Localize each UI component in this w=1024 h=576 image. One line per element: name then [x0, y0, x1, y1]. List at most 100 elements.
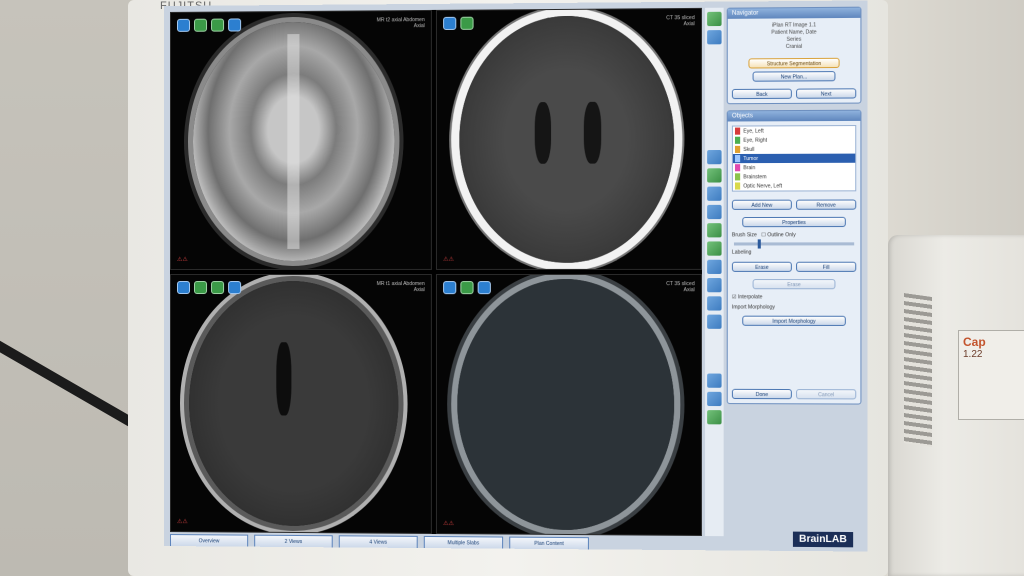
object-color: [734, 164, 741, 172]
tool-icon[interactable]: [707, 223, 722, 238]
settings-icon[interactable]: [707, 30, 722, 45]
object-label: Skull: [743, 146, 755, 153]
window-icon[interactable]: [211, 18, 225, 32]
brush-size-text: Brush Size: [731, 232, 757, 239]
object-color: [734, 155, 741, 163]
zoom-icon[interactable]: [176, 281, 191, 295]
zoom-icon[interactable]: [443, 281, 457, 295]
monitor-bottom-bezel: [128, 548, 888, 576]
objects-box: Objects Eye, Left Eye, Right Skull Tumor…: [726, 109, 862, 405]
fill-button[interactable]: Fill: [796, 261, 857, 272]
viewport-top-left[interactable]: MR t2 axial Abdomen Axial ⚠⚠: [169, 9, 432, 270]
brush-size-slider[interactable]: [733, 239, 855, 249]
object-color: [734, 173, 741, 181]
tool-icon[interactable]: [707, 168, 722, 183]
tool-icon[interactable]: [707, 259, 722, 274]
viewport-bottom-right[interactable]: CT 35 sliced Axial ⚠⚠: [435, 273, 702, 537]
interpolate-label: Interpolate: [737, 294, 763, 301]
mri-t1-brain-image: [189, 281, 399, 527]
viewport-top-right[interactable]: CT 35 sliced Axial ⚠⚠: [435, 7, 702, 270]
orientation-marker: ⚠⚠: [443, 256, 455, 263]
brush-size-label: Brush Size ☐ Outline Only: [731, 232, 796, 239]
object-item[interactable]: Brainstem: [733, 172, 855, 182]
object-label: Eye, Right: [743, 137, 768, 144]
viewport-info: Axial: [413, 287, 425, 294]
orientation-marker: ⚠⚠: [443, 520, 455, 528]
right-panel: Navigator iPlan RT Image 1.1 Patient Nam…: [726, 6, 862, 548]
object-color: [734, 127, 741, 135]
object-label: Brainstem: [743, 173, 767, 180]
cancel-button[interactable]: Cancel: [796, 389, 857, 400]
orientation-marker: ⚠⚠: [176, 256, 188, 263]
tool-icon[interactable]: [707, 410, 722, 425]
tool-column: [705, 7, 724, 537]
mri-t2-brain-image: [193, 21, 395, 261]
interpolate-row[interactable]: ☑ Interpolate: [728, 292, 861, 302]
object-item[interactable]: Tumor: [732, 153, 856, 164]
viewport-info: Axial: [683, 287, 695, 294]
medical-device: Cap 1.22: [888, 235, 1024, 576]
device-brand: Cap: [963, 335, 986, 349]
tool-icon[interactable]: [707, 241, 722, 256]
pan-icon[interactable]: [460, 16, 474, 30]
settings-icon[interactable]: [477, 281, 491, 295]
object-item[interactable]: Eye, Left: [733, 126, 855, 136]
add-new-button[interactable]: Add New: [731, 199, 792, 210]
tool-icon[interactable]: [707, 314, 722, 329]
background-wall: [0, 0, 130, 576]
device-label: Cap 1.22: [958, 330, 1024, 420]
tool-icon[interactable]: [707, 278, 722, 293]
new-plan-button[interactable]: New Plan...: [752, 71, 836, 82]
pan-icon[interactable]: [194, 18, 208, 32]
done-button[interactable]: Done: [731, 388, 792, 400]
erase-disabled-button[interactable]: Erase: [752, 279, 836, 290]
object-color: [734, 182, 741, 190]
ct-brain-image: [459, 15, 675, 263]
settings-icon[interactable]: [228, 18, 242, 32]
tab-overview[interactable]: Overview: [169, 534, 249, 549]
ct-bone-window-image: [457, 279, 675, 531]
structure-segmentation-button[interactable]: Structure Segmentation: [748, 57, 840, 69]
labeling-label: Labeling: [731, 249, 752, 256]
object-label: Brain: [743, 164, 756, 171]
import-morphology-button[interactable]: Import Morphology: [742, 315, 846, 326]
navigator-box: Navigator iPlan RT Image 1.1 Patient Nam…: [726, 6, 862, 105]
object-label: Tumor: [743, 155, 759, 162]
tool-icon[interactable]: [707, 296, 722, 311]
navigator-line: Cranial: [785, 43, 803, 50]
object-item[interactable]: Eye, Right: [733, 135, 855, 145]
window-icon[interactable]: [211, 281, 225, 295]
device-vent: [904, 293, 932, 447]
tool-icon[interactable]: [707, 373, 722, 388]
object-color: [734, 145, 741, 153]
next-button[interactable]: Next: [796, 88, 857, 99]
tool-icon[interactable]: [707, 186, 722, 201]
object-item[interactable]: Brain: [733, 163, 855, 173]
outline-label: Outline Only: [767, 232, 796, 239]
zoom-icon[interactable]: [176, 18, 191, 32]
zoom-icon[interactable]: [443, 16, 457, 31]
tool-icon[interactable]: [707, 391, 722, 407]
pan-icon[interactable]: [460, 281, 474, 295]
monitor: FUJITSU MR t2 axial AbdomenAxial ⚠⚠ CT 3…: [128, 0, 888, 576]
object-color: [734, 136, 741, 144]
object-item[interactable]: Optic Nerve, Left: [733, 181, 855, 190]
viewport-grid: MR t2 axial Abdomen Axial ⚠⚠ CT 35 sliced…: [169, 7, 702, 537]
layout-icon[interactable]: [707, 11, 722, 27]
object-item[interactable]: Skull: [733, 144, 855, 154]
viewport-bottom-left[interactable]: MR t1 axial Abdomen Axial ⚠⚠: [169, 273, 432, 534]
object-list: Eye, Left Eye, Right Skull Tumor Brain B…: [731, 125, 857, 192]
remove-button[interactable]: Remove: [796, 199, 857, 210]
erase-button[interactable]: Erase: [731, 261, 792, 272]
settings-icon[interactable]: [228, 281, 242, 295]
tool-icon[interactable]: [707, 204, 722, 220]
back-button[interactable]: Back: [731, 88, 792, 100]
navigator-text: iPlan RT Image 1.1 Patient Name, Date Se…: [728, 18, 861, 56]
slider-handle[interactable]: [757, 239, 762, 249]
object-label: Eye, Left: [743, 127, 764, 135]
pan-icon[interactable]: [194, 281, 208, 295]
tool-icon[interactable]: [707, 149, 722, 165]
device-label-text: 1.22: [963, 349, 983, 360]
properties-button[interactable]: Properties: [742, 216, 846, 228]
viewport-info: Axial: [413, 23, 425, 30]
